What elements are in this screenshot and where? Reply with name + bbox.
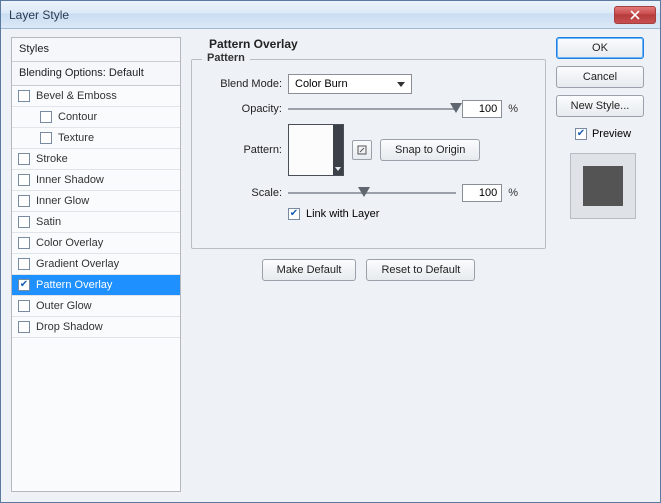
link-with-layer-label: Link with Layer bbox=[306, 208, 379, 220]
cancel-button[interactable]: Cancel bbox=[556, 66, 644, 88]
style-item-label: Inner Glow bbox=[36, 195, 89, 207]
style-item-checkbox[interactable] bbox=[18, 321, 30, 333]
style-item-label: Color Overlay bbox=[36, 237, 103, 249]
scale-unit: % bbox=[508, 187, 518, 199]
preview-toggle[interactable]: Preview bbox=[556, 128, 650, 140]
default-buttons-row: Make Default Reset to Default bbox=[191, 259, 546, 281]
style-item-label: Satin bbox=[36, 216, 61, 228]
scale-label: Scale: bbox=[204, 187, 282, 199]
link-with-layer-checkbox[interactable] bbox=[288, 208, 300, 220]
style-item-label: Bevel & Emboss bbox=[36, 90, 117, 102]
titlebar[interactable]: Layer Style bbox=[1, 1, 660, 29]
style-item-checkbox[interactable] bbox=[18, 300, 30, 312]
dialog-body: Styles Blending Options: Default Bevel &… bbox=[1, 29, 660, 502]
style-item-checkbox[interactable] bbox=[40, 132, 52, 144]
close-button[interactable] bbox=[614, 6, 656, 24]
styles-panel: Styles Blending Options: Default Bevel &… bbox=[11, 37, 181, 492]
style-item-label: Inner Shadow bbox=[36, 174, 104, 186]
style-item-gradient-overlay[interactable]: Gradient Overlay bbox=[12, 254, 180, 275]
style-item-checkbox[interactable] bbox=[18, 195, 30, 207]
style-item-label: Contour bbox=[58, 111, 97, 123]
blend-mode-row: Blend Mode: Color Burn bbox=[204, 74, 533, 94]
preview-checkbox[interactable] bbox=[575, 128, 587, 140]
window-title: Layer Style bbox=[9, 8, 614, 22]
fieldset-legend: Pattern bbox=[202, 52, 250, 64]
opacity-row: Opacity: % bbox=[204, 100, 533, 118]
pattern-row: Pattern: Snap to Origin bbox=[204, 124, 533, 176]
style-item-checkbox[interactable] bbox=[18, 258, 30, 270]
styles-header[interactable]: Styles bbox=[12, 38, 180, 62]
blend-mode-label: Blend Mode: bbox=[204, 78, 282, 90]
pattern-fieldset: Pattern Blend Mode: Color Burn Opacity: bbox=[191, 59, 546, 249]
style-item-drop-shadow[interactable]: Drop Shadow bbox=[12, 317, 180, 338]
style-item-checkbox[interactable] bbox=[18, 216, 30, 228]
style-item-label: Pattern Overlay bbox=[36, 279, 112, 291]
style-item-bevel-emboss[interactable]: Bevel & Emboss bbox=[12, 86, 180, 107]
new-preset-button[interactable] bbox=[352, 140, 372, 160]
close-icon bbox=[630, 10, 640, 20]
pattern-picker[interactable] bbox=[288, 124, 344, 176]
opacity-slider[interactable] bbox=[288, 101, 456, 117]
snap-to-origin-button[interactable]: Snap to Origin bbox=[380, 139, 480, 161]
right-panel: OK Cancel New Style... Preview bbox=[556, 37, 650, 492]
new-style-button[interactable]: New Style... bbox=[556, 95, 644, 117]
ok-button[interactable]: OK bbox=[556, 37, 644, 59]
style-item-checkbox[interactable] bbox=[18, 237, 30, 249]
style-item-texture[interactable]: Texture bbox=[12, 128, 180, 149]
style-item-label: Gradient Overlay bbox=[36, 258, 119, 270]
opacity-label: Opacity: bbox=[204, 103, 282, 115]
blend-mode-dropdown[interactable]: Color Burn bbox=[288, 74, 412, 94]
options-panel: Pattern Overlay Pattern Blend Mode: Colo… bbox=[191, 37, 546, 492]
style-item-pattern-overlay[interactable]: Pattern Overlay bbox=[12, 275, 180, 296]
style-item-label: Stroke bbox=[36, 153, 68, 165]
preview-swatch bbox=[570, 153, 636, 219]
opacity-unit: % bbox=[508, 103, 518, 115]
style-item-color-overlay[interactable]: Color Overlay bbox=[12, 233, 180, 254]
style-item-label: Drop Shadow bbox=[36, 321, 103, 333]
new-preset-icon bbox=[356, 144, 368, 156]
style-item-stroke[interactable]: Stroke bbox=[12, 149, 180, 170]
style-item-label: Texture bbox=[58, 132, 94, 144]
preview-label: Preview bbox=[592, 128, 631, 140]
pattern-label: Pattern: bbox=[204, 144, 282, 156]
chevron-down-icon bbox=[335, 167, 341, 171]
scale-slider[interactable] bbox=[288, 185, 456, 201]
style-item-checkbox[interactable] bbox=[18, 90, 30, 102]
style-item-checkbox[interactable] bbox=[40, 111, 52, 123]
style-item-checkbox[interactable] bbox=[18, 153, 30, 165]
opacity-input[interactable] bbox=[462, 100, 502, 118]
link-with-layer-row[interactable]: Link with Layer bbox=[288, 208, 533, 220]
chevron-down-icon bbox=[397, 82, 405, 87]
blend-mode-value: Color Burn bbox=[295, 78, 348, 90]
style-item-outer-glow[interactable]: Outer Glow bbox=[12, 296, 180, 317]
style-item-satin[interactable]: Satin bbox=[12, 212, 180, 233]
make-default-button[interactable]: Make Default bbox=[262, 259, 357, 281]
scale-input[interactable] bbox=[462, 184, 502, 202]
reset-to-default-button[interactable]: Reset to Default bbox=[366, 259, 475, 281]
section-title: Pattern Overlay bbox=[191, 37, 546, 51]
style-item-checkbox[interactable] bbox=[18, 174, 30, 186]
blending-options-row[interactable]: Blending Options: Default bbox=[12, 62, 180, 86]
layer-style-dialog: Layer Style Styles Blending Options: Def… bbox=[0, 0, 661, 503]
style-item-inner-glow[interactable]: Inner Glow bbox=[12, 191, 180, 212]
scale-row: Scale: % bbox=[204, 184, 533, 202]
style-item-inner-shadow[interactable]: Inner Shadow bbox=[12, 170, 180, 191]
style-item-checkbox[interactable] bbox=[18, 279, 30, 291]
style-item-label: Outer Glow bbox=[36, 300, 92, 312]
style-item-contour[interactable]: Contour bbox=[12, 107, 180, 128]
